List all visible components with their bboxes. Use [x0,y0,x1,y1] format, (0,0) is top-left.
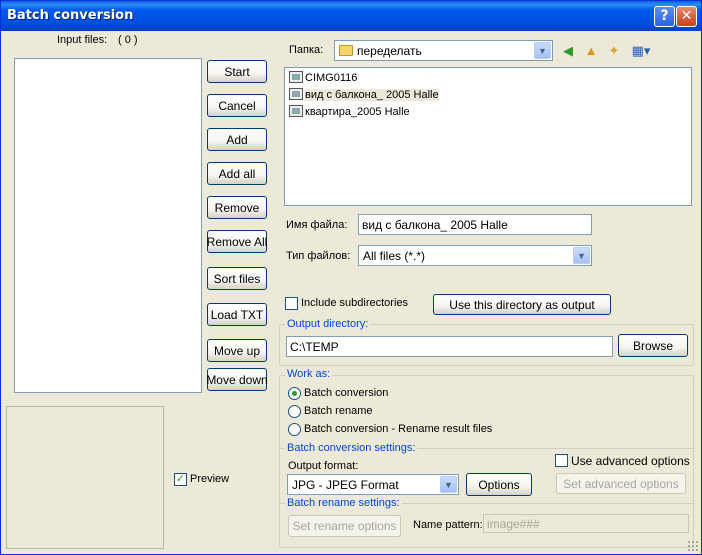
file-item[interactable]: квартира_2005 Halle [289,105,410,121]
batch-conversion-label: Batch conversion [304,387,389,399]
advanced-options-checkbox[interactable] [555,454,568,467]
preview-area [6,406,164,549]
input-file-list[interactable] [14,58,202,393]
load-txt-button[interactable]: Load TXT [207,303,267,326]
rename-settings-title: Batch rename settings: [285,497,402,509]
image-file-icon [289,71,303,83]
browse-button[interactable]: Browse [618,334,688,357]
input-files-count: ( 0 ) [118,34,138,46]
folder-icon [339,45,353,56]
back-icon[interactable]: ◀ [559,42,577,60]
output-directory-title: Output directory: [285,318,371,330]
file-name: CIMG0116 [305,72,358,84]
chevron-down-icon[interactable]: ▼ [534,42,551,59]
filename-input[interactable]: вид с балкона_ 2005 Halle [358,214,592,235]
output-directory-input[interactable]: C:\TEMP [286,336,613,357]
help-button[interactable]: ? [654,6,675,27]
name-pattern-label: Name pattern: [413,519,483,531]
preview-label: Preview [190,473,230,485]
output-format-select[interactable]: JPG - JPEG Format ▼ [287,474,459,495]
move-up-button[interactable]: Move up [207,339,267,362]
filename-label: Имя файла: [286,219,348,231]
folder-value: переделать [357,44,422,58]
window-title: Batch conversion [7,8,134,23]
batch-conversion-rename-radio[interactable] [288,423,301,436]
move-down-button[interactable]: Move down [206,368,268,391]
filetype-label: Тип файлов: [286,250,351,262]
use-dir-output-button[interactable]: Use this directory as output [433,294,611,315]
title-bar[interactable]: Batch conversion ? ✕ [1,1,701,31]
folder-label: Папка: [289,44,324,56]
sort-files-button[interactable]: Sort files [207,267,267,290]
folder-select[interactable]: переделать ▼ [334,40,553,61]
set-advanced-options-button[interactable]: Set advanced options [556,473,686,494]
add-button[interactable]: Add [207,128,267,151]
file-item[interactable]: CIMG0116 [289,71,357,87]
name-pattern-input[interactable]: image### [483,514,689,533]
cancel-button[interactable]: Cancel [207,94,267,117]
resize-grip[interactable] [687,540,699,552]
file-item[interactable]: вид с балкона_ 2005 Halle [289,88,439,104]
output-format-value: JPG - JPEG Format [292,478,399,492]
chevron-down-icon[interactable]: ▼ [440,476,457,493]
include-subdirs-checkbox[interactable] [285,297,298,310]
start-button[interactable]: Start [207,60,267,83]
work-as-title: Work as: [285,368,333,380]
image-file-icon [289,105,303,117]
file-name: вид с балкона_ 2005 Halle [305,89,439,101]
new-folder-icon[interactable]: ✦ [605,42,623,60]
batch-rename-radio[interactable] [288,405,301,418]
remove-button[interactable]: Remove [207,196,267,219]
batch-conversion-window: Batch conversion ? ✕ Input files: ( 0 ) … [0,0,702,555]
input-files-label: Input files: [57,34,108,46]
add-all-button[interactable]: Add all [207,162,267,185]
chevron-down-icon[interactable]: ▼ [573,247,590,264]
batch-conversion-radio[interactable] [288,387,301,400]
conversion-settings-title: Batch conversion settings: [285,442,418,454]
batch-rename-label: Batch rename [304,405,373,417]
include-subdirs-label: Include subdirectories [301,297,409,309]
remove-all-button[interactable]: Remove All [207,230,267,253]
up-folder-icon[interactable]: ▲ [582,42,600,60]
batch-conversion-rename-label: Batch conversion - Rename result files [304,423,493,435]
file-name: квартира_2005 Halle [305,106,410,118]
view-menu-icon[interactable]: ▦▾ [629,42,653,60]
filetype-select[interactable]: All files (*.*) ▼ [358,245,592,266]
filetype-value: All files (*.*) [363,249,426,263]
close-button[interactable]: ✕ [676,6,697,27]
advanced-options-label: Use advanced options [571,454,690,468]
output-format-label: Output format: [288,460,359,472]
set-rename-options-button[interactable]: Set rename options [288,515,401,537]
preview-checkbox[interactable]: ✓ [174,473,187,486]
options-button[interactable]: Options [466,473,532,496]
image-file-icon [289,88,303,100]
file-browser-list[interactable]: CIMG0116 вид с балкона_ 2005 Halle кварт… [284,67,692,206]
